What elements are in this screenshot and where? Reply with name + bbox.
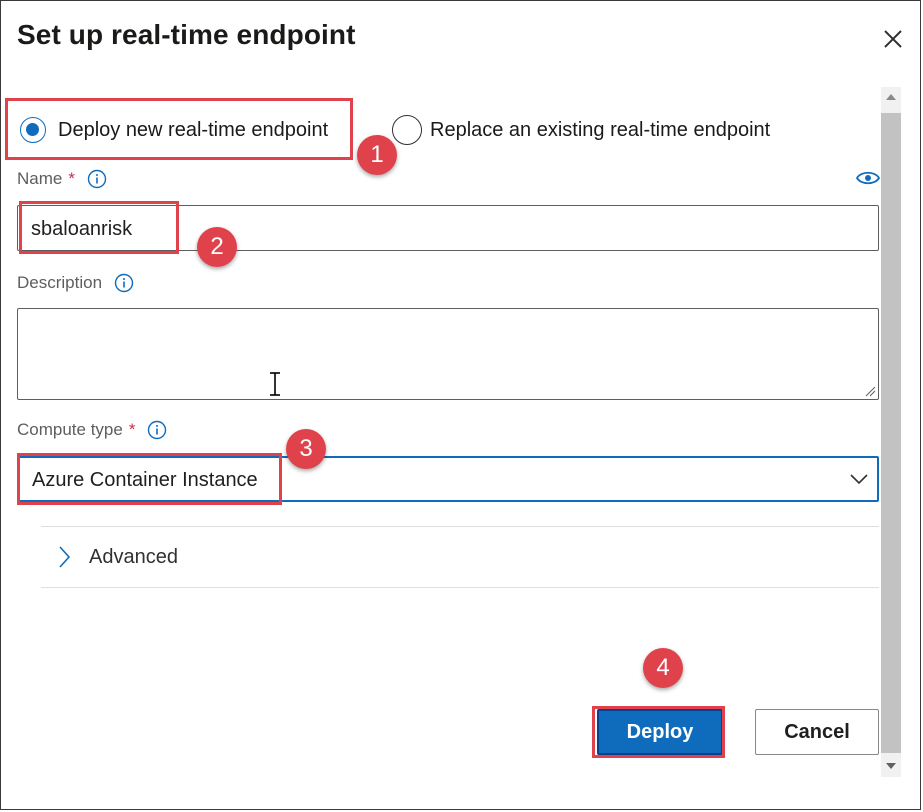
chevron-down-icon[interactable] [849,472,869,486]
compute-type-selected: Azure Container Instance [32,469,258,491]
scroll-up-arrow-icon[interactable] [885,92,897,102]
name-label: Name [17,169,63,188]
radio-label-deploy-new: Deploy new real-time endpoint [58,118,329,141]
description-label-row: Description [17,273,134,293]
radio-replace-existing[interactable]: Replace an existing real-time endpoint [392,115,770,145]
required-marker: * [128,420,136,439]
radio-label-replace-existing: Replace an existing real-time endpoint [430,118,771,141]
step-badge-3: 3 [286,429,326,469]
radio-button-checked[interactable] [20,117,46,143]
info-icon[interactable] [147,420,167,440]
name-input[interactable]: sbaloanrisk [17,205,879,251]
eye-icon[interactable] [856,169,880,187]
description-label: Description [17,273,103,292]
scrollbar-thumb[interactable] [881,113,901,753]
compute-type-dropdown[interactable]: Azure Container Instance [17,456,879,502]
divider [41,526,879,527]
info-icon[interactable] [114,273,134,293]
radio-deploy-new[interactable]: Deploy new real-time endpoint [20,115,328,145]
text-cursor-icon [270,372,280,396]
name-input-value: sbaloanrisk [31,218,133,240]
info-icon[interactable] [87,169,107,189]
resize-grip-icon[interactable] [864,385,876,397]
compute-type-label-row: Compute type * [17,420,167,440]
advanced-label: Advanced [89,545,178,568]
scroll-down-arrow-icon[interactable] [885,761,897,771]
divider [41,587,879,588]
setup-endpoint-dialog: Set up real-time endpoint Deploy new rea… [0,0,921,810]
step-badge-4: 4 [643,648,683,688]
advanced-section-toggle[interactable]: Advanced [57,541,178,573]
name-label-row: Name * [17,169,107,189]
dialog-title: Set up real-time endpoint [17,19,356,50]
close-icon[interactable] [879,25,907,53]
description-textarea[interactable] [17,308,879,400]
deploy-button[interactable]: Deploy [597,709,723,755]
compute-type-label: Compute type [17,420,123,439]
cancel-button[interactable]: Cancel [755,709,879,755]
required-marker: * [68,169,75,188]
radio-button-unchecked[interactable] [392,115,422,145]
step-badge-1: 1 [357,135,397,175]
chevron-right-icon[interactable] [57,545,71,569]
step-badge-2: 2 [197,227,237,267]
